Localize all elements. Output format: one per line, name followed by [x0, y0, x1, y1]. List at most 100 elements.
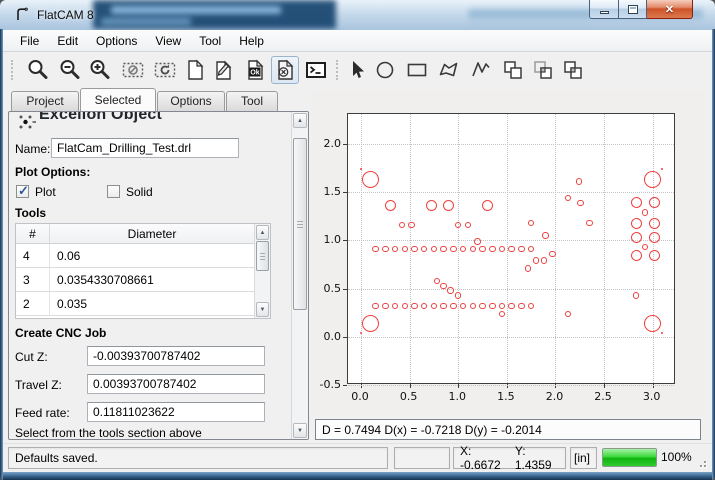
solid-checkbox-label[interactable]: Solid [126, 185, 153, 199]
menu-tool[interactable]: Tool [190, 31, 230, 51]
drill-hole-marker [482, 200, 493, 211]
drill-hole-marker [577, 200, 584, 207]
plot-checkbox-label[interactable]: Plot [35, 185, 56, 199]
minimize-button[interactable] [589, 0, 619, 19]
tools-label: Tools [15, 206, 46, 220]
ok-button[interactable]: Ok [241, 56, 269, 84]
y-tick-label: 2.0 [313, 137, 341, 150]
status-empty-box [394, 447, 450, 469]
edit-drawing-button[interactable] [209, 56, 237, 84]
menu-edit[interactable]: Edit [48, 31, 87, 51]
drill-hole-marker [470, 303, 477, 310]
drill-hole-marker [508, 246, 515, 253]
zoom-out-button[interactable] [56, 56, 84, 84]
cell-tool-dia: 0.06 [50, 244, 254, 267]
plot-axes[interactable] [347, 113, 675, 384]
drill-hole-marker [399, 222, 406, 229]
menu-view[interactable]: View [146, 31, 190, 51]
circle-tool-button[interactable] [371, 56, 399, 84]
tab-project[interactable]: Project [11, 91, 79, 111]
drill-hole-marker [382, 303, 389, 310]
x-tick-label: 0.5 [400, 390, 418, 403]
progress-bar [602, 448, 657, 467]
menu-file[interactable]: File [11, 31, 48, 51]
new-project-button[interactable] [181, 56, 209, 84]
resize-grip[interactable] [696, 457, 706, 467]
svg-text:Ok: Ok [250, 70, 259, 77]
drill-hole-marker [644, 315, 661, 332]
zoom-in-button[interactable] [86, 56, 114, 84]
drill-hole-marker [649, 250, 660, 261]
tab-selected[interactable]: Selected [80, 88, 156, 111]
travelz-input[interactable] [87, 374, 265, 394]
gridline-x [361, 114, 362, 383]
menu-help[interactable]: Help [230, 31, 273, 51]
panel-scrollbar-thumb[interactable] [293, 138, 307, 310]
x-tick-label: 2.0 [546, 390, 564, 403]
toolbar-handle[interactable] [11, 60, 14, 80]
drill-hole-marker [586, 220, 593, 227]
titlebar[interactable]: FlatCAM 8 ✕ [0, 0, 715, 30]
scroll-down-icon[interactable]: ▼ [293, 423, 307, 438]
maximize-button[interactable] [619, 0, 647, 19]
table-row[interactable]: 2 0.035 [16, 292, 254, 316]
scroll-up-icon[interactable]: ▲ [293, 113, 307, 128]
drill-hole-marker [518, 246, 525, 253]
drill-hole-marker [372, 303, 379, 310]
col-header-diameter[interactable]: Diameter [50, 224, 254, 243]
table-row[interactable]: 3 0.0354330708661 [16, 268, 254, 292]
y-tick [343, 289, 347, 290]
scroll-down-icon[interactable]: ▼ [256, 302, 269, 317]
clear-plot-button[interactable] [119, 56, 147, 84]
drill-hole-marker [411, 246, 418, 253]
intersect-tool-button[interactable] [529, 56, 557, 84]
drill-hole-marker [649, 218, 660, 229]
plot-canvas[interactable]: -0.50.00.51.01.52.0 0.00.51.01.52.02.53.… [313, 92, 704, 416]
coord-y: Y: 1.4359 [515, 444, 559, 472]
toolbar: Ok [3, 52, 712, 88]
drill-hole-marker [440, 283, 447, 290]
table-scrollbar[interactable]: ▲ ▼ [254, 224, 270, 318]
rectangle-tool-button[interactable] [403, 56, 431, 84]
feedrate-input[interactable] [87, 402, 265, 422]
table-scrollbar-thumb[interactable] [256, 241, 269, 271]
flatcam-window: FlatCAM 8 ✕ File Edit Options View Tool … [0, 0, 715, 480]
name-input[interactable] [51, 138, 239, 158]
drill-hole-marker [440, 303, 447, 310]
tab-tool[interactable]: Tool [226, 91, 278, 111]
shell-button[interactable] [302, 56, 330, 84]
close-button[interactable]: ✕ [647, 0, 693, 19]
coord-x: X: -0.6672 [460, 444, 508, 472]
menu-options[interactable]: Options [87, 31, 146, 51]
col-header-num[interactable]: # [16, 224, 50, 243]
panel-scrollbar[interactable]: ▲ ▼ [291, 112, 308, 439]
scroll-up-icon[interactable]: ▲ [256, 225, 269, 240]
drill-hole-marker [565, 311, 572, 318]
select-tool-button[interactable] [343, 56, 371, 84]
plot-options-label: Plot Options: [15, 165, 90, 179]
cancel-button[interactable] [271, 56, 299, 84]
drill-hole-marker [633, 292, 640, 299]
polygon-tool-button[interactable] [435, 56, 463, 84]
table-row[interactable]: 4 0.06 [16, 244, 254, 268]
subtract-tool-icon [561, 58, 585, 82]
tab-options[interactable]: Options [157, 91, 225, 111]
solid-checkbox[interactable] [107, 185, 120, 198]
drill-hole-marker [411, 303, 418, 310]
drill-hole-marker [479, 246, 486, 253]
zoom-fit-button[interactable] [24, 56, 52, 84]
path-tool-button[interactable] [467, 56, 495, 84]
measure-text: D = 0.7494 D(x) = -0.7218 D(y) = -0.2014 [322, 423, 542, 437]
plot-checkbox[interactable] [16, 185, 29, 198]
cutz-input[interactable] [87, 346, 265, 366]
replot-button[interactable] [151, 56, 179, 84]
subtract-tool-button[interactable] [559, 56, 587, 84]
drill-hole-marker [402, 246, 409, 253]
toolbar-handle-2[interactable] [336, 60, 339, 80]
union-tool-button[interactable] [499, 56, 527, 84]
drill-hole-marker [392, 246, 399, 253]
y-tick-label: 0.5 [313, 282, 341, 295]
cnc-title: Create CNC Job [15, 326, 106, 340]
drill-hole-marker [408, 222, 415, 229]
drill-hole-marker [661, 332, 663, 334]
